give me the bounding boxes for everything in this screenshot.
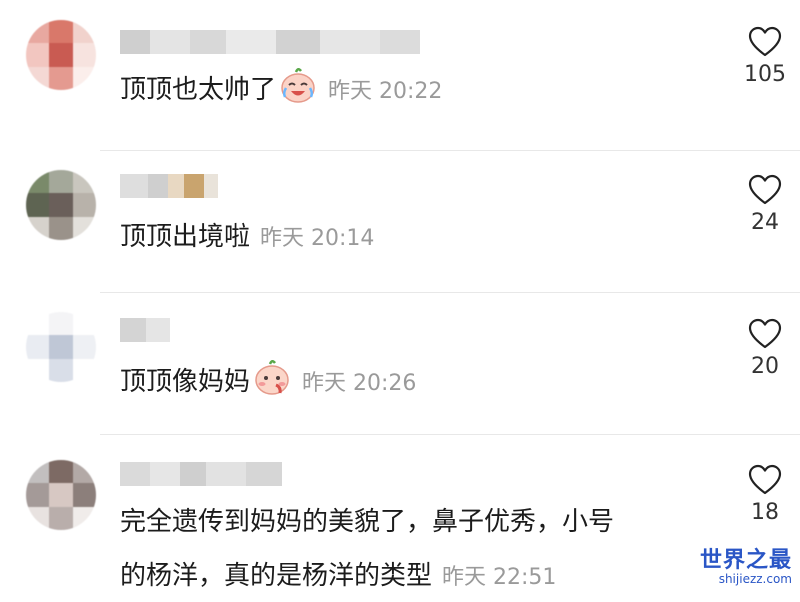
username-blurred[interactable] — [120, 462, 282, 486]
like-button[interactable]: 18 — [735, 464, 795, 525]
like-count: 105 — [744, 62, 786, 87]
username-blurred[interactable] — [120, 30, 420, 54]
comment-text-line-1: 完全遗传到妈妈的美貌了，鼻子优秀，小号 — [120, 500, 614, 544]
comment-body: 顶顶出境啦 — [120, 222, 251, 252]
avatar[interactable] — [26, 460, 96, 530]
comment-timestamp: 昨天 20:14 — [260, 226, 375, 251]
comment-text: 顶顶像妈妈 昨天 20:26 — [120, 358, 416, 406]
username-blurred[interactable] — [120, 318, 170, 342]
heart-icon — [748, 464, 782, 495]
site-watermark: 世界之最 shijiezz.com — [700, 542, 792, 586]
avatar[interactable] — [26, 20, 96, 90]
comment-timestamp: 昨天 20:22 — [328, 79, 443, 104]
comment-timestamp: 昨天 22:51 — [442, 565, 557, 590]
comment-text: 顶顶出境啦 昨天 20:14 — [120, 215, 374, 261]
comment-body: 顶顶像妈妈 — [120, 367, 251, 397]
comment-body: 的杨洋，真的是杨洋的类型 — [120, 561, 433, 591]
like-button[interactable]: 105 — [735, 26, 795, 87]
like-count: 20 — [751, 354, 779, 379]
like-button[interactable]: 24 — [735, 174, 795, 235]
comment-item[interactable]: 完全遗传到妈妈的美貌了，鼻子优秀，小号 的杨洋，真的是杨洋的类型 昨天 22:51… — [0, 434, 800, 602]
avatar[interactable] — [26, 170, 96, 240]
comment-item[interactable]: 顶顶也太帅了 昨天 20:22 105 — [0, 0, 800, 148]
comment-item[interactable]: 顶顶像妈妈 昨天 20:26 20 — [0, 292, 800, 432]
watermark-url: shijiezz.com — [718, 572, 792, 586]
username-blurred[interactable] — [120, 174, 218, 198]
comment-timestamp: 昨天 20:26 — [302, 371, 417, 396]
comment-item[interactable]: 顶顶出境啦 昨天 20:14 24 — [0, 150, 800, 290]
comment-text: 顶顶也太帅了 昨天 20:22 — [120, 66, 442, 114]
comment-body: 完全遗传到妈妈的美貌了，鼻子优秀，小号 — [120, 507, 615, 537]
heart-icon — [748, 174, 782, 205]
crying-laughing-face-icon — [281, 68, 315, 103]
watermark-title: 世界之最 — [699, 548, 792, 573]
like-count: 24 — [751, 210, 779, 235]
heart-icon — [748, 26, 782, 57]
avatar[interactable] — [26, 312, 96, 382]
comment-body: 顶顶也太帅了 — [120, 75, 277, 105]
like-count: 18 — [751, 500, 779, 525]
blushing-face-icon — [255, 360, 289, 395]
heart-icon — [748, 318, 782, 349]
like-button[interactable]: 20 — [735, 318, 795, 379]
comment-text-line-2: 的杨洋，真的是杨洋的类型 昨天 22:51 — [120, 554, 556, 600]
